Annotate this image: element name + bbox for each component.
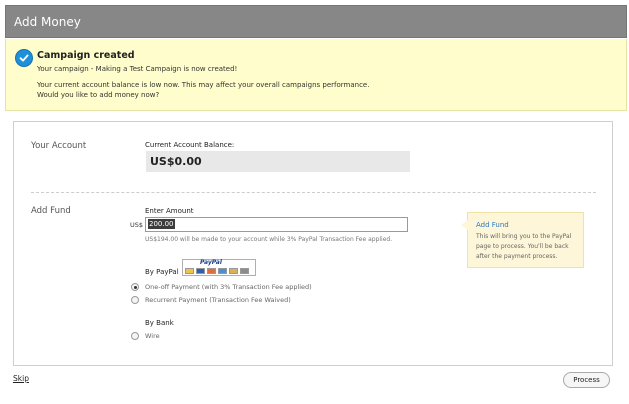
paypal-logo-icon: PayPal: [182, 259, 256, 276]
recurrent-payment-label: Recurrent Payment (Transaction Fee Waive…: [145, 296, 291, 304]
one-off-payment-label: One-off Payment (with 3% Transaction Fee…: [145, 283, 312, 291]
add-fund-label: Add Fund: [31, 206, 71, 216]
dialog-title: Add Money: [14, 15, 81, 29]
balance-label: Current Account Balance:: [145, 141, 235, 149]
wire-radio[interactable]: [131, 332, 139, 340]
tooltip-text: page to process. You'll be back: [476, 243, 569, 250]
amount-input[interactable]: [145, 217, 408, 232]
check-circle-icon: [15, 49, 33, 67]
one-off-payment-radio[interactable]: [131, 283, 139, 291]
amount-label: Enter Amount: [145, 207, 194, 215]
process-button[interactable]: Process: [563, 372, 610, 388]
notice-title: Campaign created: [37, 50, 135, 61]
your-account-label: Your Account: [31, 141, 87, 151]
notice-warning: Your current account balance is low now.…: [37, 81, 370, 89]
card-icon: [229, 268, 238, 274]
card-icon: [240, 268, 249, 274]
currency-label: US$: [130, 221, 144, 229]
fee-hint: US$194.00 will be made to your account w…: [145, 236, 393, 243]
balance-display: US$0.00: [146, 151, 410, 172]
add-money-panel: Your Account Current Account Balance: US…: [13, 121, 613, 366]
card-icon: [185, 268, 194, 274]
campaign-created-notice: Campaign created Your campaign - Making …: [5, 39, 627, 111]
amount-selected-text: 200.00: [148, 219, 175, 229]
tooltip-text: This will bring you to the PayPal: [476, 233, 572, 240]
card-icon: [196, 268, 205, 274]
add-fund-tooltip: Add Fund This will bring you to the PayP…: [461, 212, 584, 268]
tooltip-title: Add Fund: [476, 221, 509, 229]
notice-question: Would you like to add money now?: [37, 91, 160, 99]
balance-value: US$0.00: [150, 155, 202, 168]
card-icon: [207, 268, 216, 274]
dialog-header: Add Money: [5, 5, 627, 38]
section-divider: [31, 192, 596, 193]
card-icon: [218, 268, 227, 274]
skip-link[interactable]: Skip: [13, 374, 29, 383]
bank-label: By Bank: [145, 319, 174, 327]
tooltip-text: after the payment process.: [476, 253, 558, 260]
paypal-label: By PayPal: [145, 268, 179, 276]
paypal-logo-text: PayPal: [200, 259, 222, 266]
wire-label: Wire: [145, 332, 160, 340]
recurrent-payment-radio[interactable]: [131, 296, 139, 304]
notice-message: Your campaign - Making a Test Campaign i…: [37, 65, 238, 73]
